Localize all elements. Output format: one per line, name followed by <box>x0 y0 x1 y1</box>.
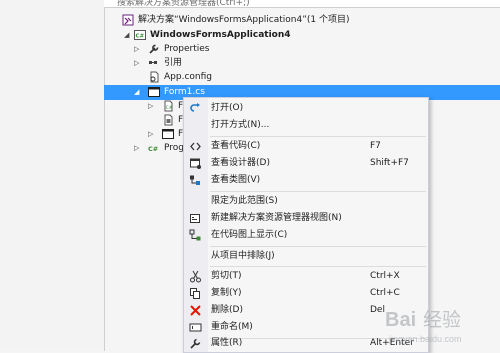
open-icon <box>189 102 202 115</box>
menu-item-label: 剪切(T) <box>211 271 242 281</box>
svg-text:jingyan.baidu.com: jingyan.baidu.com <box>388 334 462 344</box>
menu-item-exclude-from-project[interactable]: 从项目中排除(J) <box>184 248 428 265</box>
tree-item-solution[interactable]: 解决方案“WindowsFormsApplication4”(1 个项目) <box>104 13 500 28</box>
expand-arrow-icon[interactable]: ▷ <box>134 45 139 53</box>
menu-item-view-designer[interactable]: 查看设计器(D) Shift+F7 <box>184 155 428 172</box>
menu-item-view-class-diagram[interactable]: 查看类图(V) <box>184 172 428 189</box>
svg-text:C#: C# <box>166 105 173 111</box>
menu-separator <box>210 246 426 247</box>
expand-arrow-icon[interactable]: ▷ <box>148 130 153 138</box>
expand-arrow-icon[interactable]: ▷ <box>148 102 153 110</box>
csharp-file-icon: C# <box>148 142 160 154</box>
menu-item-label: 打开方式(N)... <box>211 120 270 130</box>
search-placeholder: 搜索解决方案资源管理器(Ctrl+;) <box>117 0 250 8</box>
menu-item-shortcut: F7 <box>370 141 381 151</box>
menu-item-label: 从项目中排除(J) <box>211 251 275 261</box>
designer-icon <box>189 157 202 170</box>
tree-item-label: 解决方案“WindowsFormsApplication4”(1 个项目) <box>138 15 350 25</box>
form-file-icon <box>148 86 160 98</box>
menu-item-open[interactable]: 打开(O) <box>184 100 428 117</box>
svg-text:C#: C# <box>136 34 145 40</box>
solution-icon <box>122 14 134 26</box>
menu-item-label: 重命名(M) <box>211 322 253 332</box>
expand-arrow-icon[interactable]: ▷ <box>134 59 139 67</box>
menu-item-scope-to-this[interactable]: 限定为此范围(S) <box>184 193 428 210</box>
tree-item-project[interactable]: ◢ C# WindowsFormsApplication4 <box>104 28 500 43</box>
copy-icon <box>189 287 202 300</box>
menu-item-show-on-code-map[interactable]: 在代码图上显示(C) <box>184 227 428 244</box>
csharp-project-icon: C# <box>134 29 146 41</box>
menu-item-label: 在代码图上显示(C) <box>211 230 288 240</box>
menu-item-label: 新建解决方案资源管理器视图(N) <box>211 213 342 223</box>
tree-item-label: WindowsFormsApplication4 <box>150 30 291 40</box>
menu-item-new-explorer-view[interactable]: 新建解决方案资源管理器视图(N) <box>184 210 428 227</box>
properties-icon <box>189 337 202 350</box>
collapse-arrow-icon[interactable]: ◢ <box>134 88 139 96</box>
menu-item-label: 打开(O) <box>211 103 244 113</box>
svg-text:C#: C# <box>148 145 158 153</box>
menu-separator <box>210 136 426 137</box>
menu-separator <box>210 191 426 192</box>
form-file-icon <box>162 128 174 140</box>
menu-item-shortcut: Ctrl+C <box>370 288 400 298</box>
resx-file-icon <box>162 114 174 126</box>
tree-item-properties[interactable]: ▷ Properties <box>104 42 500 57</box>
menu-item-shortcut: Ctrl+X <box>370 271 400 281</box>
menu-item-label: 复制(Y) <box>211 288 242 298</box>
rename-icon <box>189 321 202 334</box>
new-view-icon <box>189 212 202 225</box>
tree-item-label: Prog <box>164 143 184 153</box>
code-map-icon <box>189 229 202 242</box>
svg-text:Bai: Bai <box>385 309 416 331</box>
class-diagram-icon <box>189 174 202 187</box>
cut-icon <box>189 270 202 283</box>
menu-separator <box>210 266 426 267</box>
editor-background <box>0 0 104 351</box>
menu-item-label: 查看类图(V) <box>211 175 261 185</box>
cs-file-icon: C# <box>162 100 174 112</box>
delete-icon <box>189 304 202 317</box>
search-input[interactable]: 搜索解决方案资源管理器(Ctrl+;) <box>104 0 500 8</box>
tree-item-label: Properties <box>164 44 210 54</box>
menu-item-label: 删除(D) <box>211 305 243 315</box>
menu-item-label: 查看设计器(D) <box>211 158 270 168</box>
tree-item-label: App.config <box>164 72 212 82</box>
code-icon <box>189 140 202 153</box>
tree-item-references[interactable]: ▷ 引用 <box>104 56 500 71</box>
config-file-icon <box>148 71 160 83</box>
tree-item-label: 引用 <box>164 58 183 68</box>
collapse-arrow-icon[interactable]: ◢ <box>124 31 129 39</box>
references-icon <box>148 57 160 69</box>
menu-item-shortcut: Shift+F7 <box>370 158 409 168</box>
menu-item-open-with[interactable]: 打开方式(N)... <box>184 117 428 134</box>
menu-item-label: 查看代码(C) <box>211 141 261 151</box>
expand-arrow-icon[interactable]: ▷ <box>134 144 139 152</box>
tree-item-app-config[interactable]: App.config <box>104 70 500 85</box>
menu-item-label: 属性(R) <box>211 338 243 348</box>
menu-item-cut[interactable]: 剪切(T) Ctrl+X <box>184 268 428 285</box>
baidu-jingyan-watermark: Bai 经验 jingyan.baidu.com <box>383 302 498 348</box>
menu-item-label: 限定为此范围(S) <box>211 196 278 206</box>
menu-item-view-code[interactable]: 查看代码(C) F7 <box>184 138 428 155</box>
menu-item-copy[interactable]: 复制(Y) Ctrl+C <box>184 285 428 302</box>
svg-text:经验: 经验 <box>423 309 461 331</box>
wrench-icon <box>148 43 160 55</box>
